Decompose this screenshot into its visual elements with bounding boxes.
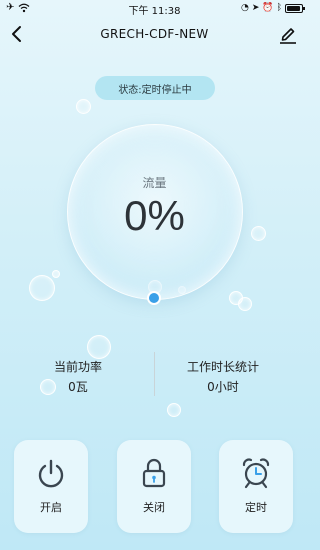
page-title: GRECH-CDF-NEW bbox=[100, 27, 209, 41]
orientation-lock-icon: ◔ bbox=[240, 3, 249, 13]
off-button[interactable]: 关闭 bbox=[117, 440, 191, 533]
timer-button[interactable]: 定时 bbox=[219, 440, 293, 533]
off-label: 关闭 bbox=[143, 501, 165, 514]
status-right: ◔ ➤ ⏰ ᛒ bbox=[240, 3, 305, 13]
edit-button[interactable] bbox=[277, 23, 299, 45]
alarm-clock-icon bbox=[242, 458, 270, 489]
power-icon bbox=[38, 459, 64, 488]
alarm-icon: ⏰ bbox=[262, 3, 274, 13]
flow-indicator-dot bbox=[149, 293, 159, 303]
decor-bubble bbox=[29, 275, 55, 301]
decor-bubble bbox=[238, 297, 252, 311]
power-label: 当前功率 bbox=[53, 360, 102, 374]
work-time-value: 0小时 bbox=[207, 380, 239, 394]
decor-bubble bbox=[76, 99, 91, 114]
flow-label: 流量 bbox=[142, 176, 167, 190]
header: GRECH-CDF-NEW bbox=[0, 18, 309, 52]
status-bar: ✈ 下午 11:38 ◔ ➤ ⏰ ᛒ bbox=[0, 0, 309, 18]
bluetooth-icon: ᛒ bbox=[276, 3, 282, 13]
timer-label: 定时 bbox=[245, 501, 267, 514]
battery-icon bbox=[285, 3, 305, 13]
decor-bubble bbox=[52, 270, 60, 278]
decor-bubble bbox=[167, 403, 181, 417]
edit-icon bbox=[280, 28, 296, 44]
decor-bubble bbox=[87, 335, 111, 359]
lock-icon bbox=[142, 458, 166, 488]
power-stat: 当前功率 0瓦 bbox=[3, 358, 153, 395]
flow-value: 0% bbox=[124, 192, 185, 239]
work-time-label: 工作时长统计 bbox=[186, 360, 259, 374]
on-button[interactable]: 开启 bbox=[14, 440, 88, 533]
location-icon: ➤ bbox=[251, 3, 260, 13]
on-label: 开启 bbox=[40, 501, 62, 514]
status-badge: 状态:定时停止中 bbox=[95, 76, 215, 100]
power-value: 0瓦 bbox=[68, 380, 88, 394]
work-time-stat: 工作时长统计 0小时 bbox=[148, 358, 298, 395]
